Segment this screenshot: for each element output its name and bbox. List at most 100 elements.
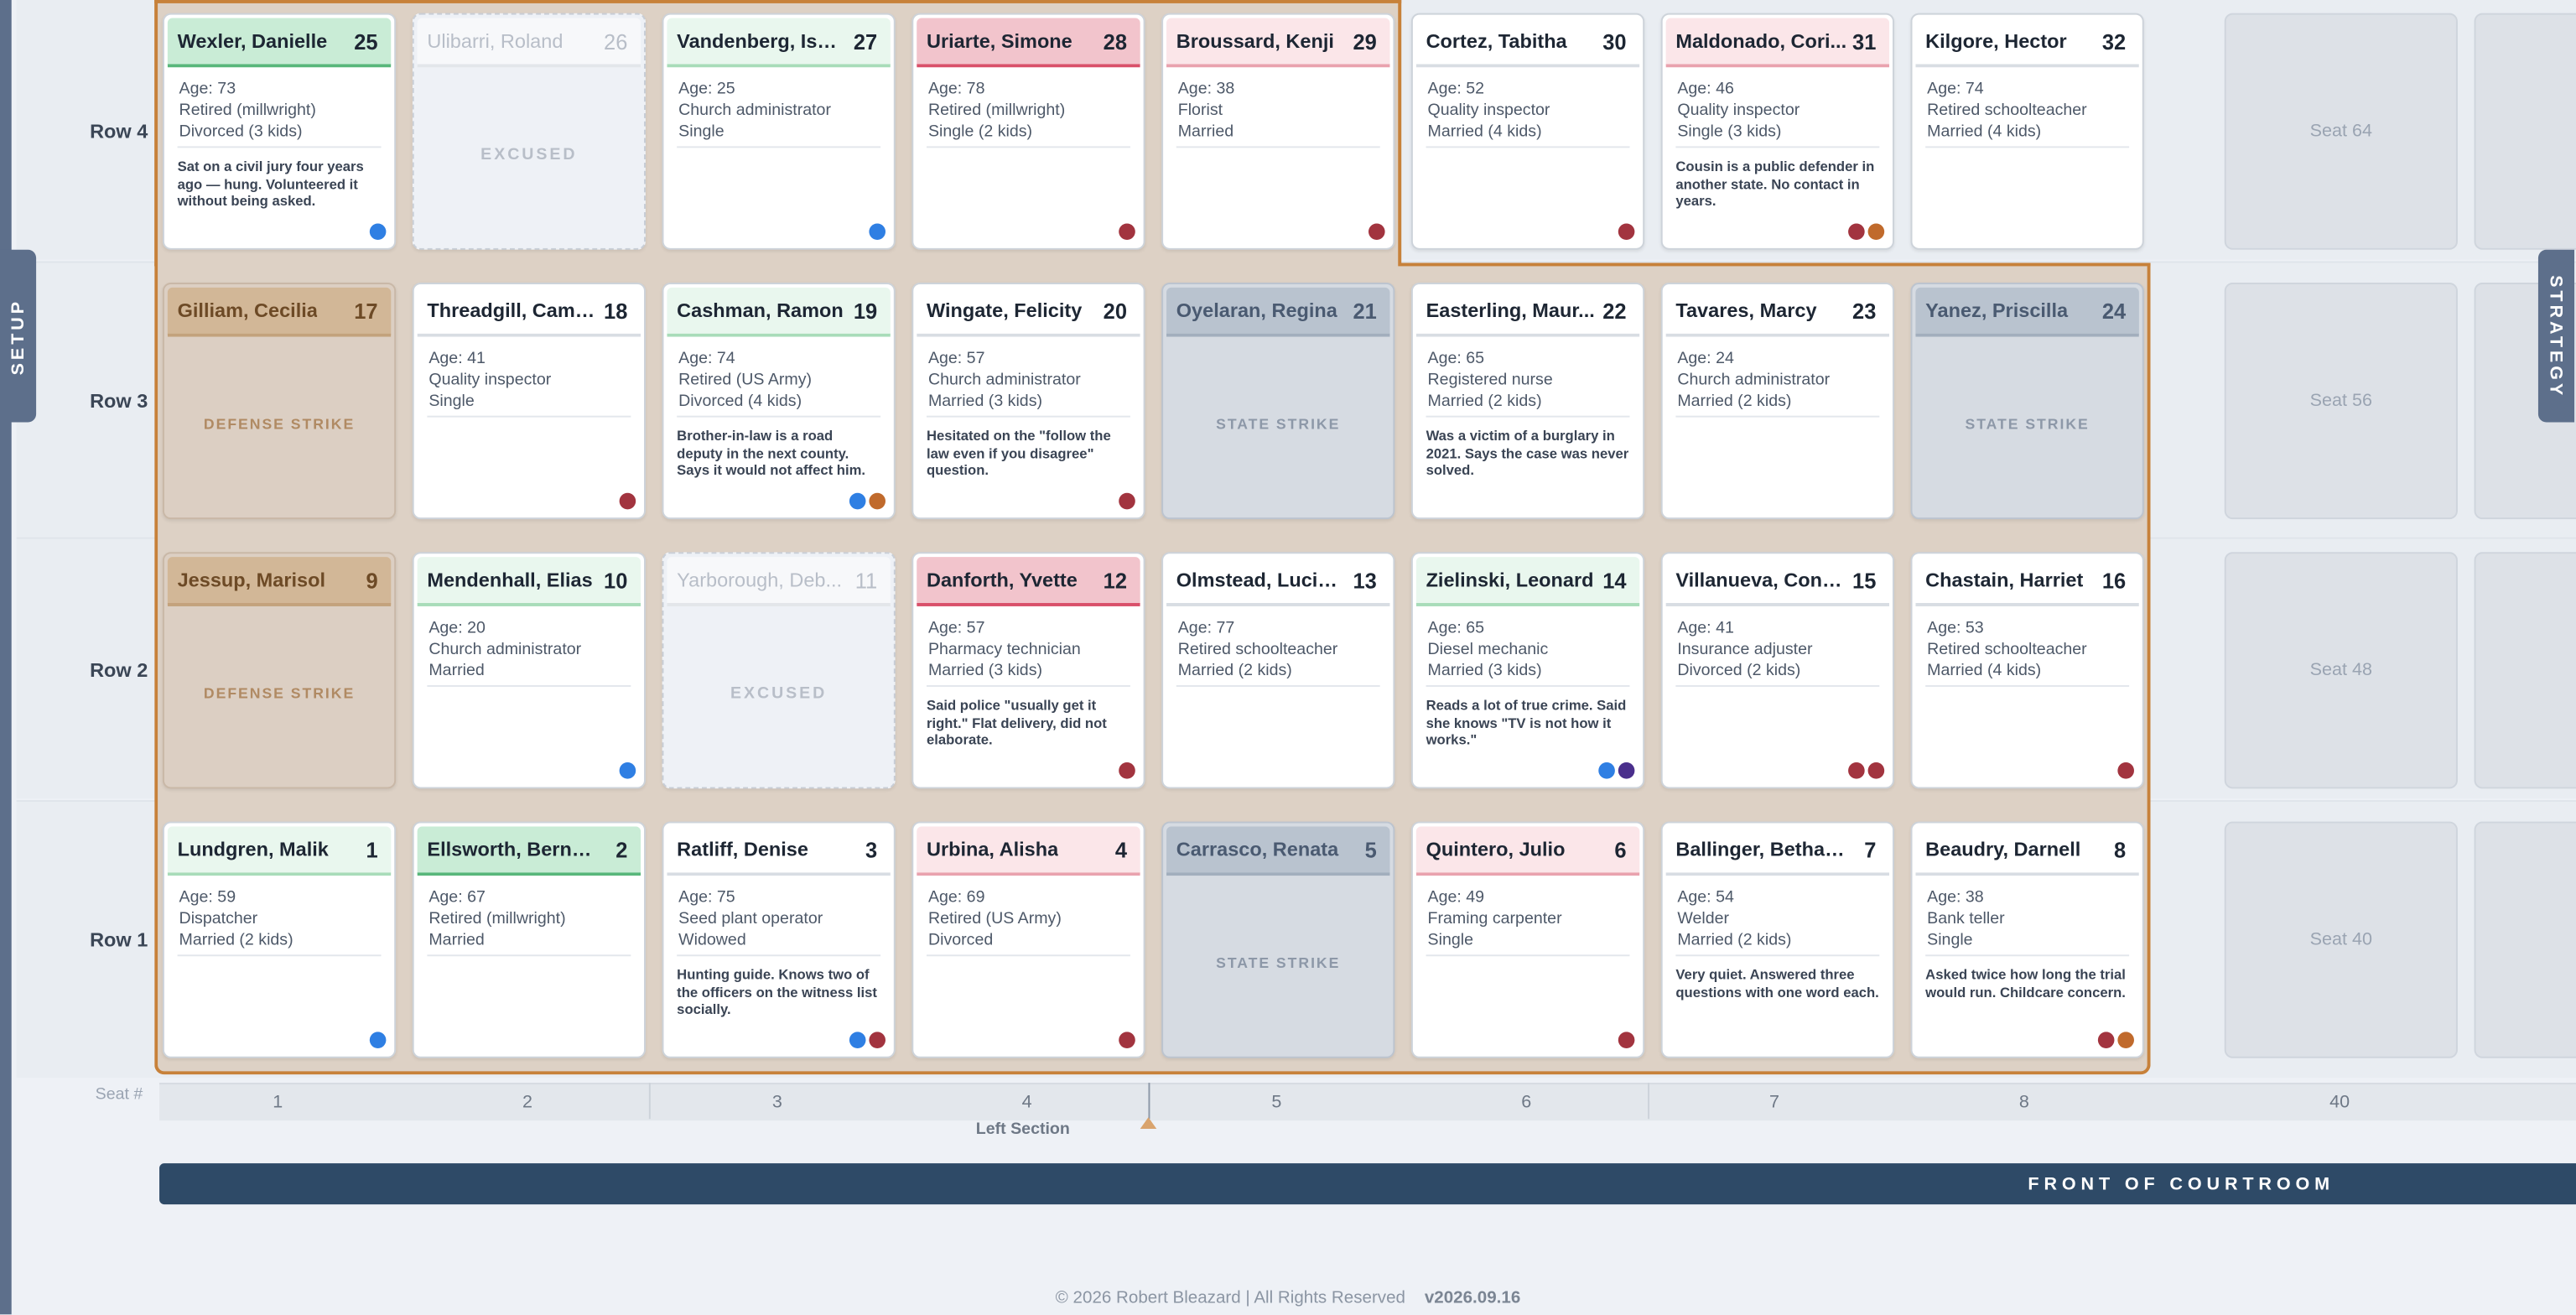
juror-details: Age: 41 Quality inspector Single: [428, 348, 551, 412]
juror-card[interactable]: Danforth, Yvette 12 Age: 57 Pharmacy techni…: [911, 552, 1145, 789]
empty-seat[interactable]: Seat 56: [2224, 282, 2458, 520]
juror-age: Age: 73: [179, 80, 236, 99]
juror-card[interactable]: Olmstead, Lucinda 13 Age: 77 Retired school…: [1161, 552, 1395, 789]
juror-tags: [849, 492, 886, 510]
juror-card[interactable]: Villanueva, Cons... 15 Age: 41 Insurance ad…: [1660, 552, 1894, 789]
juror-details: Age: 65 Diesel mechanic Married (3 kids): [1428, 618, 1549, 682]
empty-seat-partial[interactable]: [2474, 13, 2576, 250]
juror-number: 24: [2101, 298, 2127, 323]
note-divider: [427, 684, 631, 687]
note-divider: [1925, 684, 2130, 687]
juror-number: 5: [1364, 837, 1377, 862]
note-divider: [427, 415, 631, 418]
juror-card[interactable]: Lundgren, Malik 1 Age: 59 Dispatcher Married…: [162, 821, 397, 1058]
juror-card[interactable]: Urbina, Alisha 4 Age: 69 Retired (US Army) D…: [911, 821, 1145, 1058]
juror-card[interactable]: Yanez, Priscilla 24 STATE STRIKE: [1910, 282, 2144, 520]
juror-card[interactable]: Ellsworth, Bernard 2 Age: 67 Retired (millw…: [412, 821, 646, 1058]
juror-card[interactable]: Cashman, Ramon 19 Age: 74 Retired (US Army)…: [662, 282, 896, 520]
juror-card[interactable]: Oyelaran, Regina 21 STATE STRIKE: [1161, 282, 1395, 520]
juror-note: Brother-in-law is a road deputy in the n…: [677, 415, 881, 479]
juror-job: Diesel mechanic: [1427, 641, 1549, 659]
seat-number: 2: [522, 1092, 533, 1113]
tag-dot-blue: [619, 762, 636, 779]
juror-card[interactable]: Wingate, Felicity 20 Age: 57 Church adminis…: [911, 282, 1145, 520]
juror-age: Age: 69: [927, 888, 985, 907]
juror-card-header: Easterling, Maur... 22: [1415, 287, 1640, 337]
juror-card[interactable]: Zielinski, Leonard 14 Age: 65 Diesel mechan…: [1410, 552, 1645, 789]
juror-number: 8: [2114, 837, 2127, 862]
juror-age: Age: 25: [678, 80, 735, 99]
juror-details: Age: 46 Quality inspector Single (3 kids): [1677, 79, 1800, 143]
juror-card[interactable]: Beaudry, Darnell 8 Age: 38 Bank teller Singl…: [1910, 821, 2144, 1058]
juror-card[interactable]: Gilliam, Cecilia 17 DEFENSE STRIKE: [162, 282, 397, 520]
juror-name: Wingate, Felicity: [926, 299, 1083, 322]
juror-details: Age: 38 Bank teller Single: [1927, 887, 2005, 951]
empty-seat[interactable]: Seat 48: [2224, 552, 2458, 789]
juror-card[interactable]: Mendenhall, Elias 10 Age: 20 Church adminis…: [412, 552, 646, 789]
juror-card[interactable]: Cortez, Tabitha 30 Age: 52 Quality inspecto…: [1410, 13, 1645, 250]
juror-job: Church administrator: [1677, 371, 1831, 390]
section-divider: [648, 1083, 651, 1120]
juror-note: Said police "usually get it right." Flat…: [926, 684, 1130, 748]
juror-name: Yanez, Priscilla: [1925, 299, 2069, 322]
empty-seat[interactable]: Seat 64: [2224, 13, 2458, 250]
juror-card[interactable]: Kilgore, Hector 32 Age: 74 Retired schoolte…: [1910, 13, 2144, 250]
note-divider: [1675, 684, 1880, 687]
row-label: Row 2: [90, 658, 148, 683]
juror-job: Bank teller: [1927, 910, 2005, 928]
juror-card[interactable]: Ratliff, Denise 3 Age: 75 Seed plant operat…: [662, 821, 896, 1058]
juror-age: Age: 74: [678, 350, 735, 368]
juror-card[interactable]: Jessup, Marisol 9 DEFENSE STRIKE: [162, 552, 397, 789]
strategy-tab[interactable]: STRATEGY: [2537, 249, 2575, 423]
juror-card[interactable]: Ballinger, Bethany 7 Age: 54 Welder Married …: [1660, 821, 1894, 1058]
juror-number: 29: [1353, 29, 1377, 54]
juror-card[interactable]: Tavares, Marcy 23 Age: 24 Church administra…: [1660, 282, 1894, 520]
juror-card-header: Olmstead, Lucinda 13: [1166, 557, 1390, 606]
copyright: © 2026 Robert Bleazard | All Rights Rese…: [1055, 1287, 1405, 1308]
tag-dot-orange: [1867, 223, 1885, 241]
juror-family: Married: [428, 662, 485, 681]
juror-card-header: Oyelaran, Regina 21: [1166, 287, 1390, 337]
juror-details: Age: 65 Registered nurse Married (2 kids): [1428, 348, 1553, 412]
juror-card[interactable]: Maldonado, Cori... 31 Age: 46 Quality inspe…: [1660, 13, 1894, 250]
empty-seat-partial[interactable]: [2474, 821, 2576, 1058]
juror-card[interactable]: Easterling, Maur... 22 Age: 65 Registered n…: [1410, 282, 1645, 520]
juror-number: 13: [1353, 567, 1377, 593]
juror-card[interactable]: Ulibarri, Roland 26 EXCUSED: [412, 13, 646, 250]
juror-card[interactable]: Vandenberg, Isai... 27 Age: 25 Church admin…: [662, 13, 896, 250]
empty-seat[interactable]: Seat 40: [2224, 821, 2458, 1058]
juror-tags: [2097, 1032, 2134, 1048]
juror-card-header: Gilliam, Cecilia 17: [167, 287, 392, 337]
seat-number-header: Seat #: [95, 1086, 143, 1104]
juror-job: Retired (US Army): [678, 371, 813, 390]
juror-job: Framing carpenter: [1427, 910, 1562, 928]
juror-card-header: Villanueva, Cons... 15: [1665, 557, 1890, 606]
juror-card[interactable]: Wexler, Danielle 25 Age: 73 Retired (millwr…: [162, 13, 397, 250]
juror-card[interactable]: Carrasco, Renata 5 STATE STRIKE: [1161, 821, 1395, 1058]
juror-details: Age: 78 Retired (millwright) Single (2 kid…: [928, 79, 1065, 143]
tag-dot-orange: [869, 492, 886, 510]
tag-dot-red: [1119, 492, 1135, 510]
juror-job: Quality inspector: [428, 371, 552, 390]
juror-number: 32: [2101, 29, 2127, 54]
tag-dot-blue: [1598, 762, 1615, 779]
juror-card[interactable]: Threadgill, Camille 18 Age: 41 Quality insp…: [412, 282, 646, 520]
juror-card[interactable]: Yarborough, Deb... 11 EXCUSED: [662, 552, 896, 789]
juror-name: Beaudry, Darnell: [1925, 838, 2081, 861]
juror-card[interactable]: Broussard, Kenji 29 Age: 38 Florist Married: [1161, 13, 1395, 250]
seat-number: 3: [771, 1092, 782, 1113]
note-divider: [926, 954, 1130, 957]
juror-job: Retired schoolteacher: [1927, 641, 2087, 659]
juror-family: Married (3 kids): [927, 392, 1043, 411]
juror-name: Ballinger, Bethany: [1675, 838, 1847, 861]
juror-age: Age: 54: [1677, 888, 1734, 907]
juror-card-header: Wexler, Danielle 25: [167, 18, 392, 68]
juror-card[interactable]: Quintero, Julio 6 Age: 49 Framing carpenter…: [1410, 821, 1645, 1058]
setup-tab[interactable]: SETUP: [0, 249, 37, 423]
jury-seating-chart: Row 4 Row 3 Row 2 Row 1 Wexler, Danielle…: [0, 0, 2576, 1315]
juror-name: Vandenberg, Isai...: [677, 29, 848, 53]
juror-card[interactable]: Chastain, Harriet 16 Age: 53 Retired school…: [1910, 552, 2144, 789]
empty-seat-partial[interactable]: [2474, 552, 2576, 789]
juror-card-header: Ratliff, Denise 3: [667, 826, 891, 876]
juror-card[interactable]: Uriarte, Simone 28 Age: 78 Retired (millwri…: [911, 13, 1145, 250]
